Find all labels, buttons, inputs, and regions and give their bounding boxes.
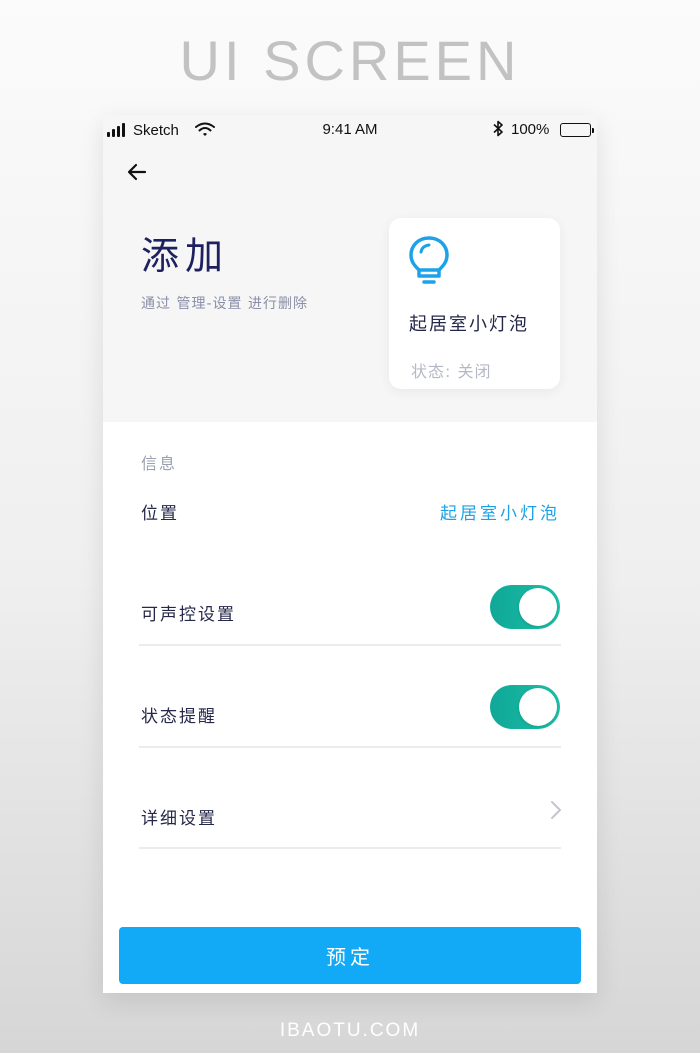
device-status: 状态: 关闭 bbox=[411, 362, 492, 381]
device-card[interactable]: 起居室小灯泡 状态: 关闭 bbox=[389, 218, 560, 389]
bluetooth-icon bbox=[492, 120, 504, 141]
back-arrow-icon[interactable] bbox=[125, 160, 149, 184]
chevron-right-icon[interactable] bbox=[549, 799, 563, 821]
battery-icon bbox=[560, 123, 594, 137]
page-heading: UI SCREEN bbox=[179, 29, 521, 92]
toggle-knob bbox=[519, 688, 557, 726]
divider bbox=[139, 746, 561, 748]
status-reminder-label: 状态提醒 bbox=[141, 707, 217, 727]
reserve-button[interactable]: 预定 bbox=[119, 927, 581, 984]
device-name: 起居室小灯泡 bbox=[409, 314, 529, 335]
phone-screen: Sketch 9:41 AM 100% 添加 通过 管理-设置 进行删除 起居室… bbox=[103, 115, 597, 993]
location-label: 位置 bbox=[141, 504, 179, 524]
details-label[interactable]: 详细设置 bbox=[141, 804, 217, 829]
section-label-info: 信息 bbox=[141, 454, 178, 473]
footer-site: IBAOTU.COM bbox=[279, 1020, 421, 1041]
toggle-knob bbox=[519, 588, 557, 626]
voice-control-toggle[interactable] bbox=[490, 585, 560, 629]
lightbulb-icon bbox=[407, 234, 451, 290]
voice-control-label: 可声控设置 bbox=[141, 605, 236, 625]
divider bbox=[139, 644, 561, 646]
status-reminder-toggle[interactable] bbox=[490, 685, 560, 729]
location-value[interactable]: 起居室小灯泡 bbox=[440, 499, 560, 524]
status-bar: Sketch 9:41 AM 100% bbox=[103, 115, 597, 145]
page-title: 添加 bbox=[141, 234, 230, 278]
battery-percentage: 100% bbox=[511, 121, 550, 138]
divider bbox=[139, 847, 561, 849]
page-subtitle: 通过 管理-设置 进行删除 bbox=[141, 296, 308, 312]
